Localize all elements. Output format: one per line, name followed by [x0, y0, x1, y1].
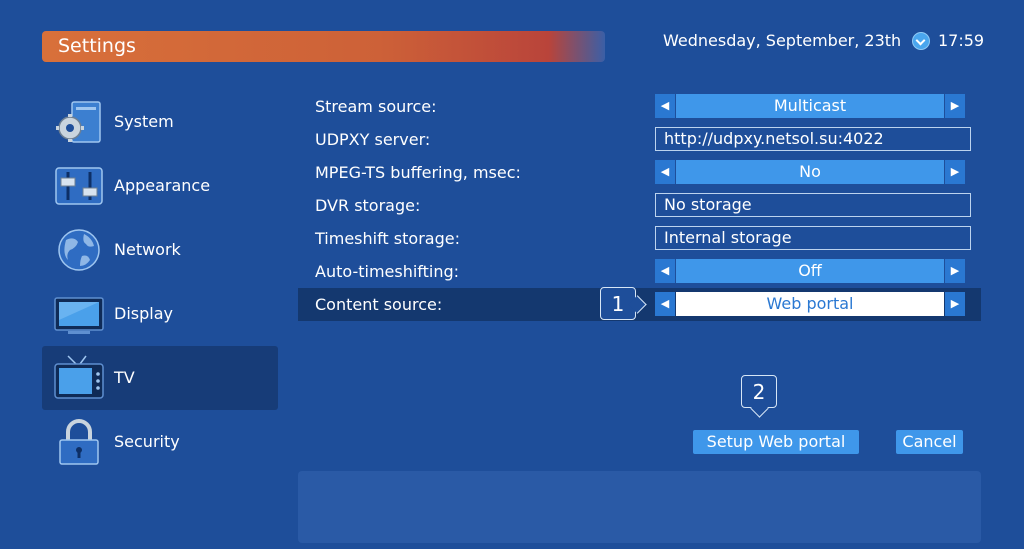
selector-value: Web portal — [676, 292, 944, 316]
sidebar-item-label: TV — [114, 368, 135, 387]
sidebar-item-security[interactable]: Security — [42, 410, 278, 474]
setting-row-mpeg-buffering: MPEG-TS buffering, msec: ◀ No ▶ — [298, 156, 981, 189]
setting-label: Auto-timeshifting: — [315, 262, 460, 281]
setting-label: UDPXY server: — [315, 130, 431, 149]
udpxy-server-input[interactable]: http://udpxy.netsol.su:4022 — [655, 127, 971, 151]
clock-icon — [912, 32, 930, 50]
setting-label: Content source: — [315, 295, 443, 314]
selector-value: Multicast — [676, 94, 944, 118]
sliders-icon — [55, 167, 103, 205]
page-title: Settings — [58, 35, 136, 57]
time-label: 17:59 — [938, 31, 985, 50]
step-callout-2: 2 — [741, 375, 777, 408]
title-bar: Settings — [42, 31, 605, 62]
arrow-right-icon[interactable]: ▶ — [945, 160, 965, 184]
setting-label: MPEG-TS buffering, msec: — [315, 163, 521, 182]
setting-row-timeshift-storage: Timeshift storage: Internal storage — [298, 222, 981, 255]
sidebar-item-appearance[interactable]: Appearance — [42, 154, 278, 218]
setting-row-stream-source: Stream source: ◀ Multicast ▶ — [298, 90, 981, 123]
cancel-button[interactable]: Cancel — [896, 430, 963, 454]
setting-row-dvr-storage: DVR storage: No storage — [298, 189, 981, 222]
tv-settings-panel: Stream source: ◀ Multicast ▶ UDPXY serve… — [298, 90, 981, 323]
stream-source-selector[interactable]: ◀ Multicast ▶ — [655, 94, 965, 118]
info-panel — [298, 471, 981, 543]
setting-label: Stream source: — [315, 97, 437, 116]
monitor-icon — [54, 297, 104, 334]
padlock-icon — [59, 419, 99, 465]
globe-icon — [58, 229, 100, 271]
sidebar-item-label: System — [114, 112, 174, 131]
sidebar-item-label: Network — [114, 240, 181, 259]
arrow-right-icon[interactable]: ▶ — [945, 94, 965, 118]
step-callout-1: 1 — [600, 287, 636, 320]
date-label: Wednesday, September, 23th — [663, 31, 902, 50]
content-source-selector[interactable]: ◀ Web portal ▶ — [655, 292, 965, 316]
arrow-right-icon[interactable]: ▶ — [945, 259, 965, 283]
sidebar-item-label: Display — [114, 304, 173, 323]
sidebar-item-label: Appearance — [114, 176, 211, 195]
setting-row-auto-timeshifting: Auto-timeshifting: ◀ Off ▶ — [298, 255, 981, 288]
sidebar-item-label: Security — [114, 432, 180, 451]
dvr-storage-field[interactable]: No storage — [655, 193, 971, 217]
sidebar-item-display[interactable]: Display — [42, 282, 278, 346]
timeshift-storage-field[interactable]: Internal storage — [655, 226, 971, 250]
arrow-left-icon[interactable]: ◀ — [655, 292, 675, 316]
setup-web-portal-button[interactable]: Setup Web portal — [693, 430, 859, 454]
sidebar-item-network[interactable]: Network — [42, 218, 278, 282]
selector-value: No — [676, 160, 944, 184]
arrow-left-icon[interactable]: ◀ — [655, 94, 675, 118]
system-gear-icon — [56, 101, 101, 143]
settings-sidebar: System Appearance Network Display TV Sec… — [42, 90, 278, 474]
setting-row-udpxy-server: UDPXY server: http://udpxy.netsol.su:402… — [298, 123, 981, 156]
arrow-left-icon[interactable]: ◀ — [655, 259, 675, 283]
setting-label: DVR storage: — [315, 196, 421, 215]
sidebar-item-system[interactable]: System — [42, 90, 278, 154]
selector-value: Off — [676, 259, 944, 283]
arrow-right-icon[interactable]: ▶ — [945, 292, 965, 316]
sidebar-item-tv[interactable]: TV — [42, 346, 278, 410]
mpeg-buffering-selector[interactable]: ◀ No ▶ — [655, 160, 965, 184]
tv-icon — [54, 355, 104, 399]
auto-timeshifting-selector[interactable]: ◀ Off ▶ — [655, 259, 965, 283]
setting-label: Timeshift storage: — [315, 229, 460, 248]
arrow-left-icon[interactable]: ◀ — [655, 160, 675, 184]
